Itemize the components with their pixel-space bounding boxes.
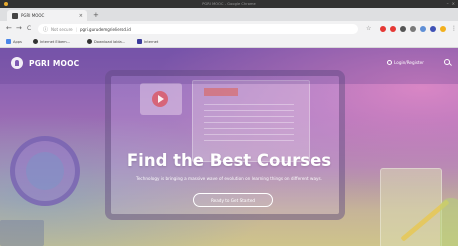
- window-controls: – ×: [447, 1, 455, 7]
- bookmark-item[interactable]: Download lalda...: [87, 39, 125, 44]
- play-triangle: [158, 95, 164, 103]
- bookmark-star-icon[interactable]: ☆: [366, 26, 371, 32]
- favicon-icon: [12, 12, 18, 19]
- get-started-button[interactable]: Ready to Get Started: [193, 193, 273, 207]
- reload-button[interactable]: C: [27, 24, 31, 33]
- bookmark-apps[interactable]: Apps: [6, 39, 22, 44]
- browser-menu-icon[interactable]: ⋮: [451, 25, 457, 32]
- extension-icon[interactable]: [420, 26, 426, 32]
- bookmark-item[interactable]: Internet Eibem...: [33, 39, 70, 44]
- security-label: Not secure: [51, 26, 73, 32]
- logo-icon: [11, 57, 23, 69]
- tab-strip: PGRI MOOC × +: [0, 8, 458, 21]
- tab-label: PGRI MOOC: [21, 13, 45, 18]
- extension-icon[interactable]: [400, 26, 406, 32]
- bookmark-icon: [137, 39, 142, 44]
- address-bar[interactable]: ⓘ Not secure | pgri.gurudemgrieliersd.id: [38, 24, 358, 34]
- browser-toolbar: ← → C ⓘ Not secure | pgri.gurudemgrielie…: [0, 21, 458, 37]
- close-window-icon[interactable]: ×: [452, 1, 455, 7]
- info-icon[interactable]: ⓘ: [43, 26, 48, 33]
- url-text[interactable]: pgri.gurudemgrieliersd.id: [80, 27, 131, 32]
- hero-title: Find the Best Courses: [126, 151, 332, 170]
- globe-icon: [87, 39, 92, 44]
- new-tab-button[interactable]: +: [93, 11, 99, 19]
- minimize-icon[interactable]: –: [447, 1, 449, 7]
- extension-icon[interactable]: [380, 26, 386, 32]
- bookmark-label: Download lalda...: [94, 39, 126, 44]
- separator: |: [75, 26, 77, 32]
- back-button[interactable]: ←: [6, 24, 12, 33]
- book-highlight: [204, 88, 238, 96]
- extension-icon[interactable]: [430, 26, 436, 32]
- chrome-icon: [4, 2, 8, 6]
- profile-avatar[interactable]: [440, 26, 446, 32]
- plant-illustration: [440, 198, 458, 246]
- close-tab-icon[interactable]: ×: [79, 13, 83, 19]
- apps-icon: [6, 39, 11, 44]
- page-content: PGRI MOOC Login/Register Find the Best C…: [0, 48, 458, 246]
- globe-icon: [33, 39, 38, 44]
- window-titlebar: PGRI MOOC - Google Chrome – ×: [0, 0, 458, 8]
- site-header: PGRI MOOC Login/Register: [0, 48, 458, 84]
- tab-pgri-mooc[interactable]: PGRI MOOC ×: [7, 10, 87, 21]
- site-name: PGRI MOOC: [29, 58, 80, 68]
- user-icon: [387, 60, 392, 65]
- bookmark-label: Internet Eibem...: [40, 39, 71, 44]
- device-illustration: [0, 220, 44, 246]
- forward-button[interactable]: →: [16, 24, 22, 33]
- bookmark-item[interactable]: Internet: [137, 39, 158, 44]
- search-icon[interactable]: [444, 59, 452, 66]
- extension-icon[interactable]: [410, 26, 416, 32]
- site-logo[interactable]: PGRI MOOC: [11, 57, 79, 69]
- window-title: PGRI MOOC - Google Chrome: [202, 2, 256, 6]
- login-register-link[interactable]: Login/Register: [387, 60, 424, 65]
- bookmark-label: Apps: [13, 39, 22, 44]
- extension-icon[interactable]: [390, 26, 396, 32]
- login-label: Login/Register: [394, 60, 424, 65]
- bookmarks-bar: Apps Internet Eibem... Download lalda...…: [0, 37, 458, 48]
- hero-subtitle: Technology is bringing a massive wave of…: [136, 176, 322, 181]
- bookmark-label: Internet: [144, 39, 159, 44]
- book-lines: [204, 104, 294, 144]
